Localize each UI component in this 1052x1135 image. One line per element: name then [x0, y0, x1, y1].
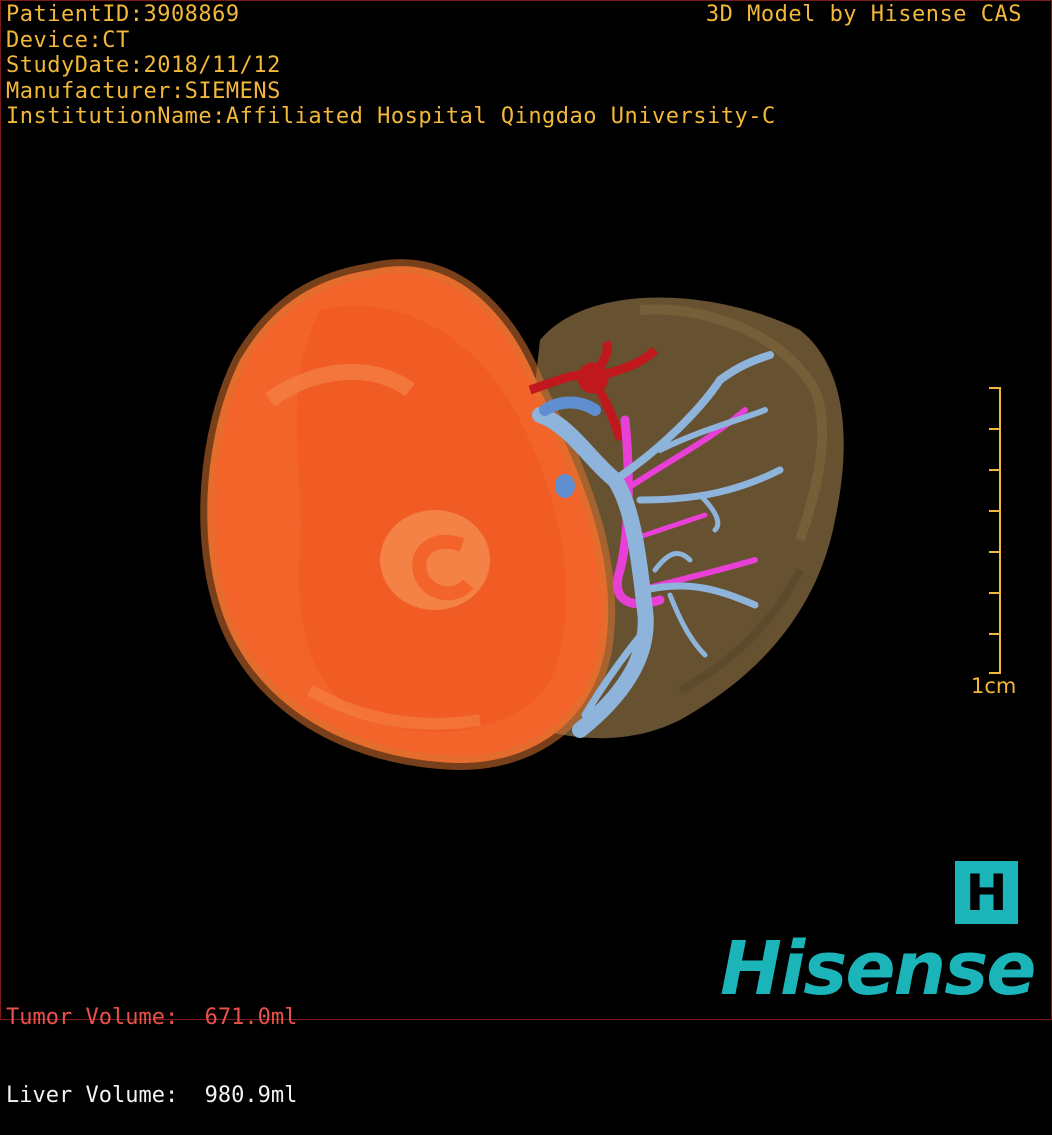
tumor-volume-text: Tumor Volume: 671.0ml — [6, 1005, 298, 1030]
scale-bar — [985, 387, 1001, 675]
patient-id-text: PatientID:3908869 — [6, 2, 240, 27]
scale-tick — [989, 551, 1001, 553]
liver-3d-render[interactable] — [200, 250, 860, 780]
device-text: Device:CT — [6, 27, 130, 53]
study-date-text: StudyDate:2018/11/12 — [6, 53, 281, 78]
h-logo-letter: H — [965, 863, 1008, 922]
liver-volume-text: Liver Volume: 980.9ml — [6, 1083, 298, 1108]
scale-tick — [989, 387, 1001, 389]
manufacturer-text: Manufacturer:SIEMENS — [6, 78, 281, 104]
scale-tick — [989, 469, 1001, 471]
hisense-h-icon: H — [955, 861, 1018, 924]
scale-tick — [989, 510, 1001, 512]
volume-panel: Tumor Volume: 671.0ml Liver Volume: 980.… — [6, 953, 297, 1135]
hisense-logo: Hisense — [720, 926, 1036, 1012]
scale-tick — [989, 592, 1001, 594]
scale-tick — [989, 633, 1001, 635]
scale-bar-line — [999, 387, 1001, 674]
patient-info-panel: PatientID:3908869 Device:CT StudyDate:20… — [6, 2, 776, 130]
scale-label: 1cm — [971, 674, 1017, 698]
institution-text: InstitutionName:Affiliated Hospital Qing… — [6, 104, 776, 129]
model-credit: 3D Model by Hisense CAS — [705, 2, 1022, 27]
scale-tick — [989, 428, 1001, 430]
